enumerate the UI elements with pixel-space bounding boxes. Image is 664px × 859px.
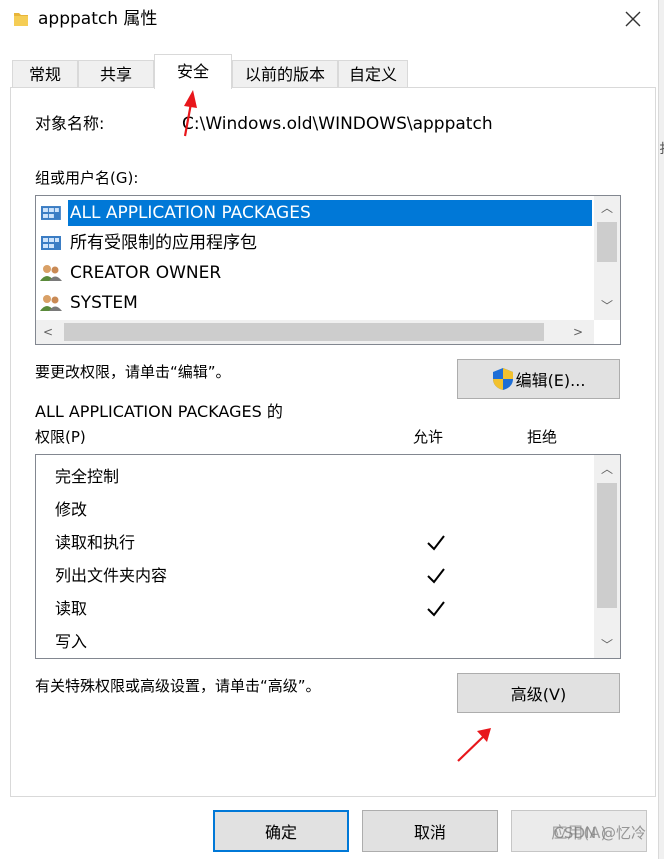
permissions-subtitle: 权限(P) [35,428,86,446]
list-item[interactable]: SYSTEM [40,289,592,317]
watermark: CSDN @忆冷 [553,824,646,842]
allow-column-header: 允许 [413,428,444,446]
users-icon [40,265,62,281]
checkmark-icon [427,568,445,584]
permission-row: 列出文件夹内容 [55,566,168,585]
scroll-up-icon[interactable]: ︿ [597,459,617,479]
background-window-edge: 扌 [658,0,664,859]
scroll-thumb[interactable] [597,222,617,262]
permissions-title: ALL APPLICATION PACKAGES 的 [35,402,283,421]
deny-column-header: 拒绝 [527,428,558,446]
tab-security[interactable]: 安全 [154,54,232,89]
cancel-button[interactable]: 取消 [362,810,498,852]
list-item[interactable]: 所有受限制的应用程序包 [40,229,592,257]
scroll-thumb[interactable] [597,483,617,608]
scroll-up-icon[interactable]: ︿ [597,198,617,218]
edge-text-fragment: 扌 [659,138,664,157]
scroll-left-icon[interactable]: < [38,322,58,342]
vertical-scrollbar[interactable]: ︿ ﹀ [594,196,620,320]
edit-button-label: 编辑(E)... [515,371,586,390]
group-user-list[interactable]: ALL APPLICATION PACKAGES 所有受限制的应用程序包 CRE… [35,195,621,345]
permission-row: 写入 [55,632,88,651]
uac-shield-icon [492,368,513,390]
list-item-label: ALL APPLICATION PACKAGES [67,200,592,226]
checkmark-icon [427,535,445,551]
advanced-button[interactable]: 高级(V) [457,673,620,713]
scroll-down-icon[interactable]: ﹀ [597,296,617,316]
list-item[interactable]: CREATOR OWNER [40,259,592,287]
permissions-list: 完全控制 修改 读取和执行 列出文件夹内容 读取 写入 ︿ ﹀ [35,454,621,659]
tab-customize[interactable]: 自定义 [338,60,408,88]
scroll-down-icon[interactable]: ﹀ [597,635,617,655]
folder-icon [14,13,28,26]
ok-button[interactable]: 确定 [213,810,349,852]
permission-row: 读取和执行 [55,533,136,552]
checkmark-icon [427,601,445,617]
list-item-label: CREATOR OWNER [70,263,222,283]
window-title: apppatch 属性 [38,9,158,29]
horizontal-scrollbar[interactable]: < > [36,320,594,344]
tab-sharing[interactable]: 共享 [78,60,154,88]
object-name-value: C:\Windows.old\WINDOWS\apppatch [182,114,493,134]
list-item-label: 所有受限制的应用程序包 [70,233,257,253]
advanced-hint: 有关特殊权限或高级设置，请单击“高级”。 [35,677,321,695]
app-package-icon [40,206,61,220]
permission-row: 修改 [55,500,88,519]
app-package-icon [41,236,61,250]
close-icon[interactable] [620,6,646,32]
annotation-arrow-icon [183,90,197,137]
users-icon [40,295,62,311]
scroll-thumb[interactable] [64,323,544,341]
object-name-label: 对象名称: [35,114,105,133]
vertical-scrollbar[interactable]: ︿ ﹀ [594,455,620,658]
groups-label: 组或用户名(G): [35,169,139,187]
tab-general[interactable]: 常规 [12,60,78,88]
scroll-right-icon[interactable]: > [568,322,588,342]
list-item-label: SYSTEM [70,293,138,313]
edit-button[interactable]: 编辑(E)... [457,359,620,399]
change-permissions-hint: 要更改权限，请单击“编辑”。 [35,363,231,381]
list-item[interactable]: ALL APPLICATION PACKAGES [40,199,592,227]
permission-row: 读取 [55,599,88,618]
annotation-arrow-icon [457,728,491,762]
permission-row: 完全控制 [55,467,120,486]
tab-previous-versions[interactable]: 以前的版本 [232,60,338,88]
